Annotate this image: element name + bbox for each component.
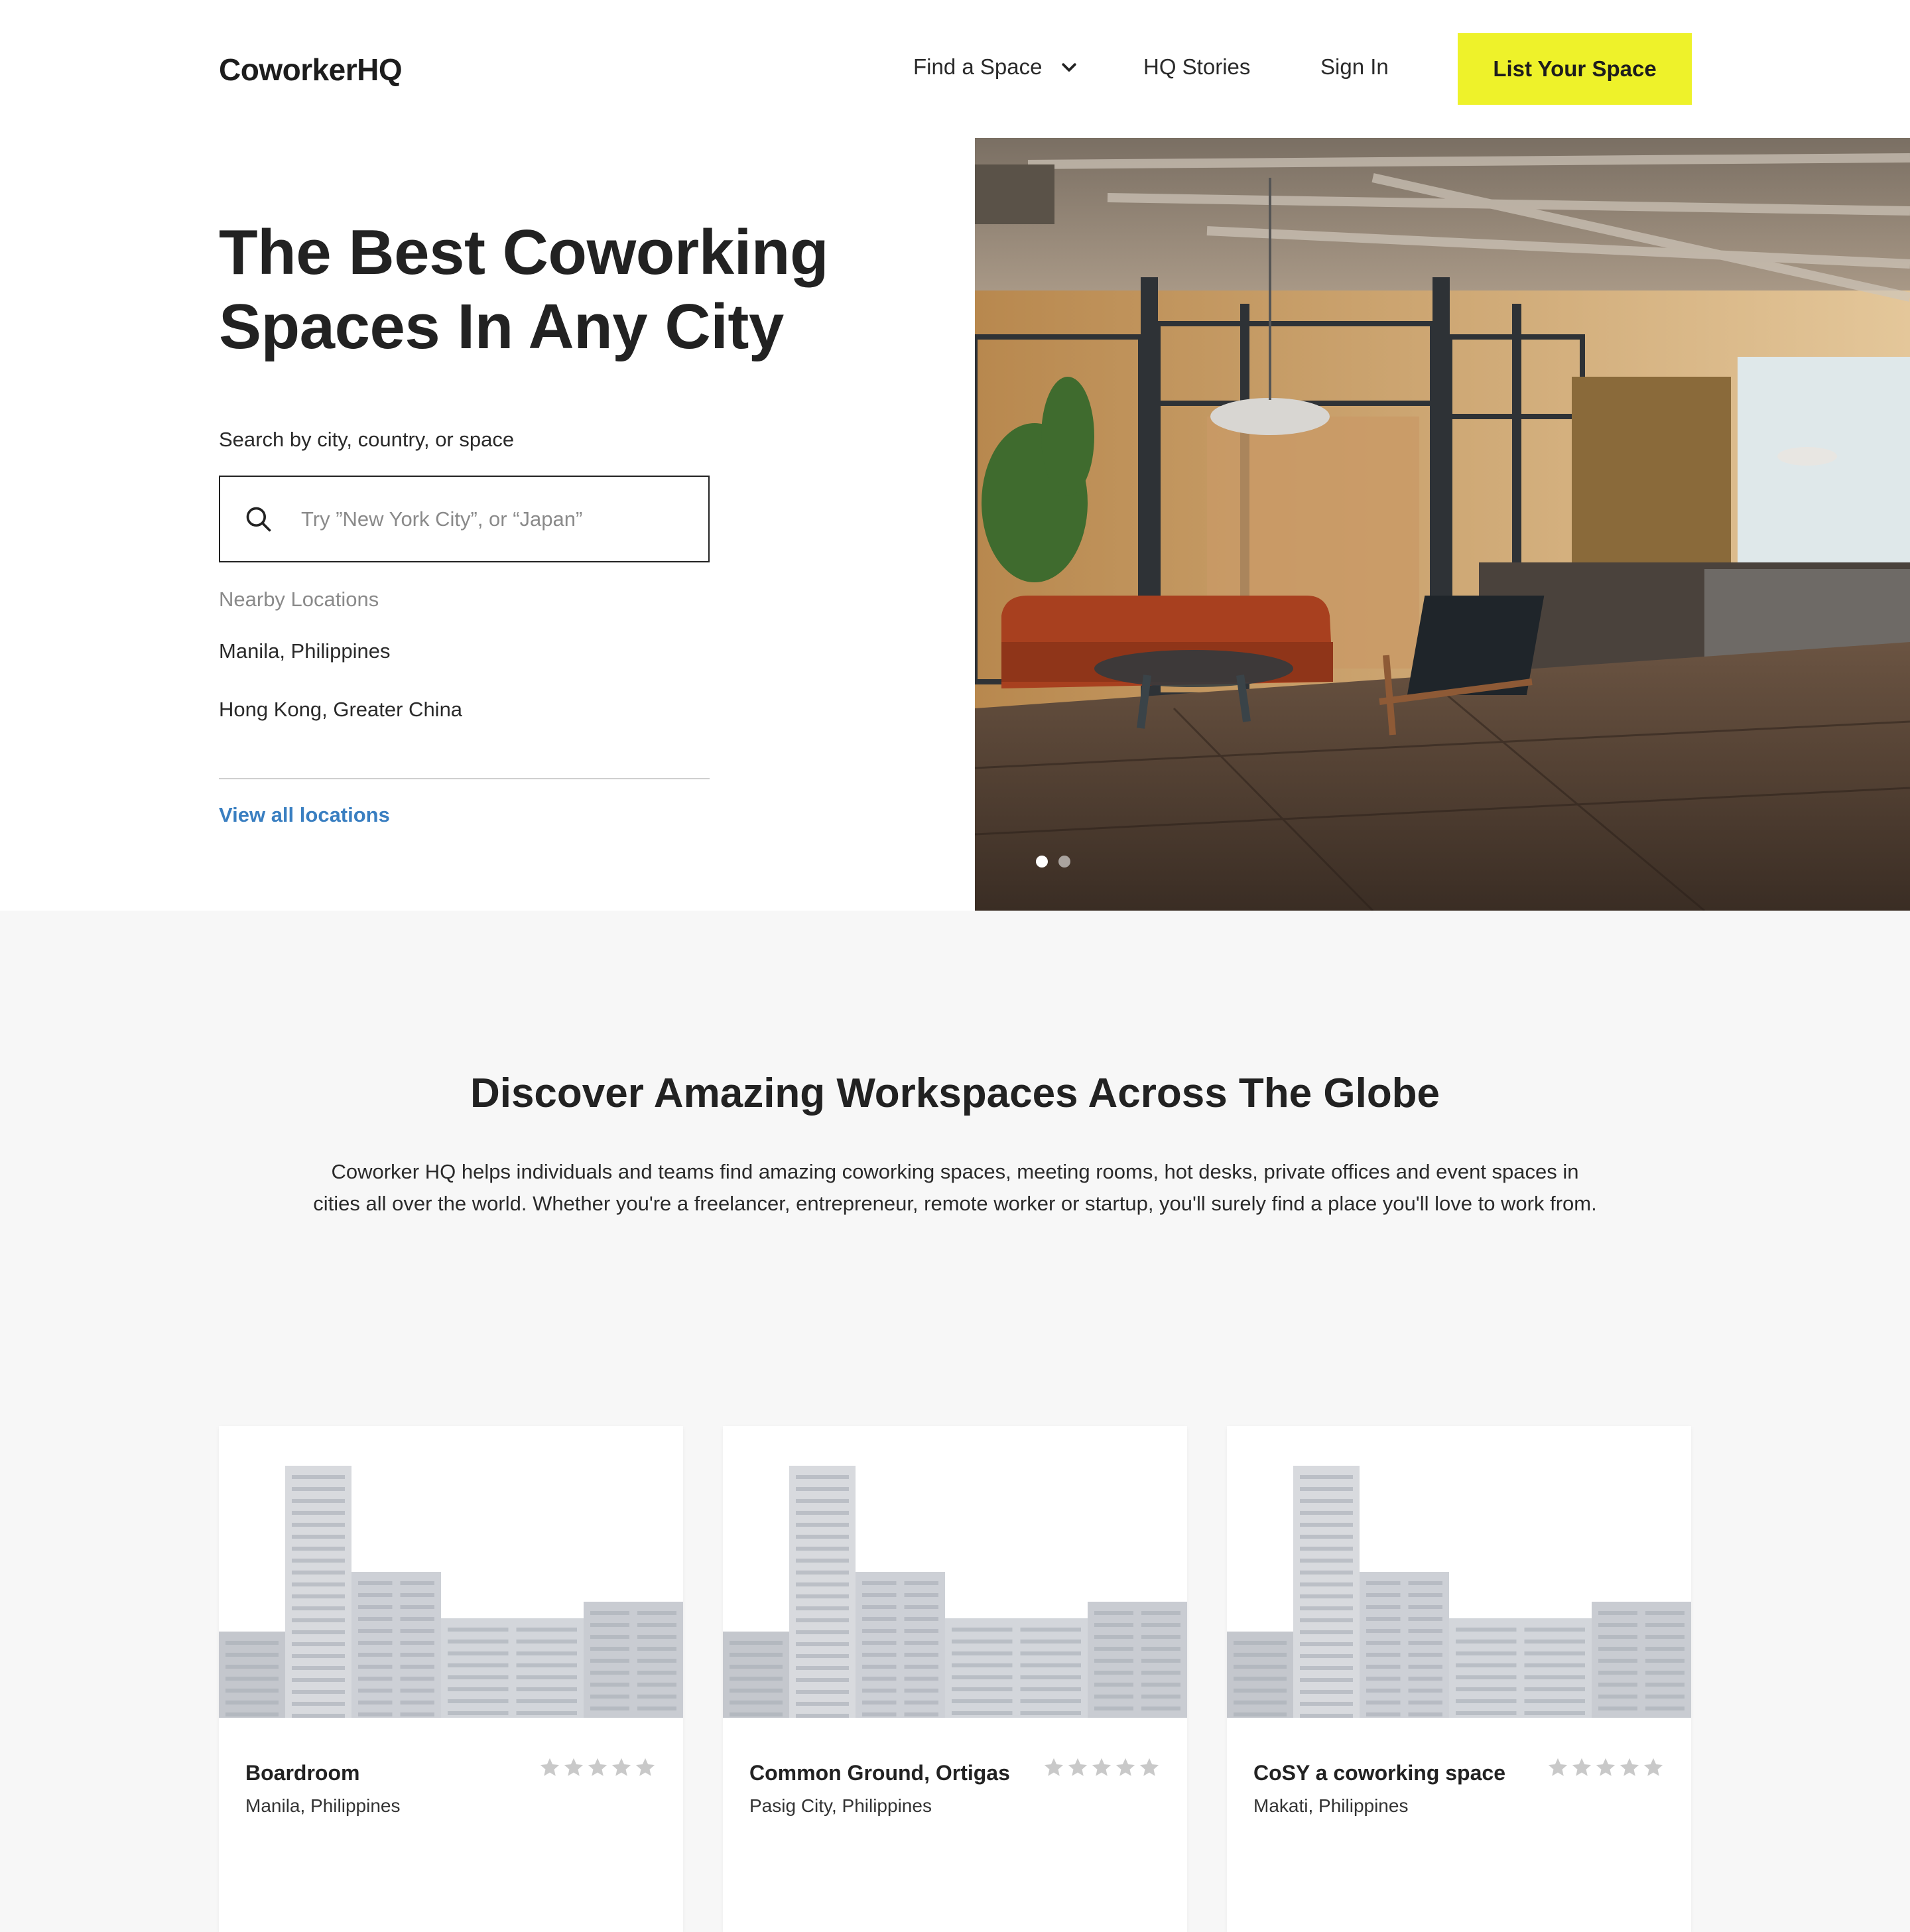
- discover-title: Discover Amazing Workspaces Across The G…: [470, 1070, 1440, 1116]
- search-box[interactable]: [219, 476, 710, 562]
- skyline-placeholder-icon: [1227, 1466, 1691, 1718]
- star-icon: [540, 1758, 560, 1776]
- skyline-placeholder-icon: [723, 1466, 1187, 1718]
- star-icon: [588, 1758, 607, 1776]
- space-card-name: Boardroom: [245, 1761, 360, 1785]
- carousel-dot-2[interactable]: [1058, 856, 1070, 868]
- hero-image: [975, 138, 1910, 911]
- space-card-city: Pasig City, Philippines: [749, 1795, 932, 1816]
- rating-stars: [1547, 1756, 1665, 1779]
- view-all-locations-link[interactable]: View all locations: [219, 803, 390, 827]
- skyline-placeholder-icon: [219, 1466, 683, 1718]
- rating-stars: [1043, 1756, 1161, 1779]
- office-lounge-illustration: [975, 138, 1910, 911]
- nearby-locations-label: Nearby Locations: [219, 588, 379, 611]
- site-header: CoworkerHQ Find a Space HQ Stories Sign …: [0, 0, 1910, 138]
- rating-stars: [539, 1756, 657, 1779]
- nav-hq-stories[interactable]: HQ Stories: [1143, 54, 1250, 80]
- nav-sign-in[interactable]: Sign In: [1320, 54, 1389, 80]
- nearby-location-item[interactable]: Hong Kong, Greater China: [219, 698, 462, 722]
- star-icon: [1068, 1758, 1088, 1776]
- star-icon: [1643, 1758, 1663, 1776]
- star-icon: [1115, 1758, 1135, 1776]
- star-icon: [635, 1758, 655, 1776]
- space-card-image: [219, 1426, 683, 1718]
- star-icon: [1548, 1758, 1568, 1776]
- nearby-location-item[interactable]: Manila, Philippines: [219, 639, 390, 663]
- search-icon: [246, 507, 271, 531]
- space-card[interactable]: Boardroom Manila, Philippines: [219, 1426, 683, 1932]
- star-icon: [1044, 1758, 1064, 1776]
- star-icon: [564, 1758, 584, 1776]
- space-card-name: Common Ground, Ortigas: [749, 1761, 1010, 1785]
- list-your-space-button[interactable]: List Your Space: [1458, 33, 1692, 105]
- logo[interactable]: CoworkerHQ: [219, 52, 403, 88]
- space-card-image: [1227, 1426, 1691, 1718]
- carousel-dot-1[interactable]: [1036, 856, 1048, 868]
- nav-find-space[interactable]: Find a Space: [913, 54, 1079, 80]
- star-icon: [1092, 1758, 1112, 1776]
- space-card[interactable]: Common Ground, Ortigas Pasig City, Phili…: [723, 1426, 1187, 1932]
- chevron-down-icon: [1062, 63, 1077, 72]
- star-icon: [1572, 1758, 1592, 1776]
- divider: [219, 778, 710, 779]
- nav-find-space-label: Find a Space: [913, 54, 1043, 79]
- space-card-name: CoSY a coworking space: [1253, 1761, 1505, 1785]
- hero-title: The Best Coworking Spaces In Any City: [219, 217, 829, 362]
- star-icon: [1620, 1758, 1639, 1776]
- space-card-city: Makati, Philippines: [1253, 1795, 1409, 1816]
- space-card-image: [723, 1426, 1187, 1718]
- star-icon: [611, 1758, 631, 1776]
- search-label: Search by city, country, or space: [219, 428, 515, 451]
- star-icon: [1596, 1758, 1616, 1776]
- star-icon: [1139, 1758, 1159, 1776]
- space-card[interactable]: CoSY a coworking space Makati, Philippin…: [1227, 1426, 1691, 1932]
- discover-description: Coworker HQ helps individuals and teams …: [313, 1160, 1597, 1215]
- space-card-city: Manila, Philippines: [245, 1795, 401, 1816]
- carousel-dots: [1036, 856, 1070, 868]
- search-input[interactable]: [301, 507, 686, 531]
